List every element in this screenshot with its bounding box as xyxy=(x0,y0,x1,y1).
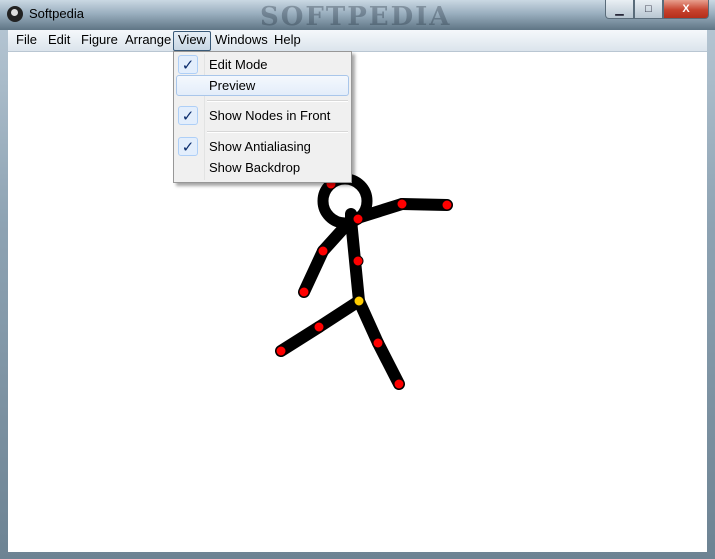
title-bar[interactable]: SOFTPEDIA Softpedia ▁ □ X xyxy=(0,0,715,32)
menu-separator xyxy=(207,131,348,133)
window-title: Softpedia xyxy=(29,6,84,21)
limb-shin-left xyxy=(275,321,325,357)
close-icon: X xyxy=(682,3,690,15)
limb-shin-right xyxy=(372,337,405,390)
node-root xyxy=(353,295,365,307)
minimize-button[interactable]: ▁ xyxy=(605,0,634,19)
minimize-icon: ▁ xyxy=(615,3,624,16)
menu-edit[interactable]: Edit xyxy=(44,31,74,49)
menu-figure[interactable]: Figure xyxy=(77,31,122,49)
limb-forearm-right xyxy=(396,198,453,211)
maximize-icon: □ xyxy=(645,3,652,15)
menu-arrange[interactable]: Arrange xyxy=(121,31,175,49)
menu-item-show-antialiasing[interactable]: ✓ Show Antialiasing xyxy=(176,136,349,157)
menu-item-label: Edit Mode xyxy=(209,57,268,72)
check-icon: ✓ xyxy=(178,137,198,156)
menu-item-label: Show Antialiasing xyxy=(209,139,311,154)
menu-item-label: Show Nodes in Front xyxy=(209,108,331,123)
check-icon: ✓ xyxy=(178,106,198,125)
maximize-button[interactable]: □ xyxy=(634,0,663,19)
menu-view[interactable]: View xyxy=(173,31,211,51)
menu-help[interactable]: Help xyxy=(270,31,305,49)
menu-file[interactable]: File xyxy=(12,31,41,49)
node-neck xyxy=(352,213,364,225)
limb-forearm-left xyxy=(298,245,329,298)
node-hand-right xyxy=(441,199,453,211)
title-watermark: SOFTPEDIA xyxy=(260,2,452,32)
menu-item-preview[interactable]: Preview xyxy=(176,75,349,96)
menu-item-edit-mode[interactable]: ✓ Edit Mode xyxy=(176,54,349,75)
view-menu-dropdown: ✓ Edit Mode Preview ✓ Show Nodes in Fron… xyxy=(173,51,352,183)
menu-bar: File Edit Figure Arrange View Windows He… xyxy=(8,30,707,52)
app-icon[interactable] xyxy=(7,6,23,22)
node-elbow-left xyxy=(317,245,329,257)
menu-windows[interactable]: Windows xyxy=(211,31,272,49)
drawing-canvas[interactable] xyxy=(8,52,707,552)
check-icon: ✓ xyxy=(178,55,198,74)
caption-buttons: ▁ □ X xyxy=(605,0,709,19)
close-button[interactable]: X xyxy=(663,0,709,19)
node-hand-left xyxy=(298,286,310,298)
node-foot-left xyxy=(275,345,287,357)
menu-item-show-backdrop[interactable]: Show Backdrop xyxy=(176,157,349,178)
limb-thigh-left xyxy=(313,295,365,333)
node-foot-right xyxy=(393,378,405,390)
menu-separator xyxy=(207,100,348,102)
limb-thigh-right xyxy=(353,295,384,349)
node-elbow-right xyxy=(396,198,408,210)
menu-item-label: Show Backdrop xyxy=(209,160,301,175)
menu-item-label: Preview xyxy=(209,78,256,93)
node-knee-right xyxy=(372,337,384,349)
app-window: SOFTPEDIA Softpedia ▁ □ X File Edit Figu… xyxy=(0,0,715,559)
node-knee-left xyxy=(313,321,325,333)
node-spine xyxy=(352,255,364,267)
stick-figure[interactable] xyxy=(8,52,707,552)
menu-item-show-nodes-in-front[interactable]: ✓ Show Nodes in Front xyxy=(176,105,349,126)
